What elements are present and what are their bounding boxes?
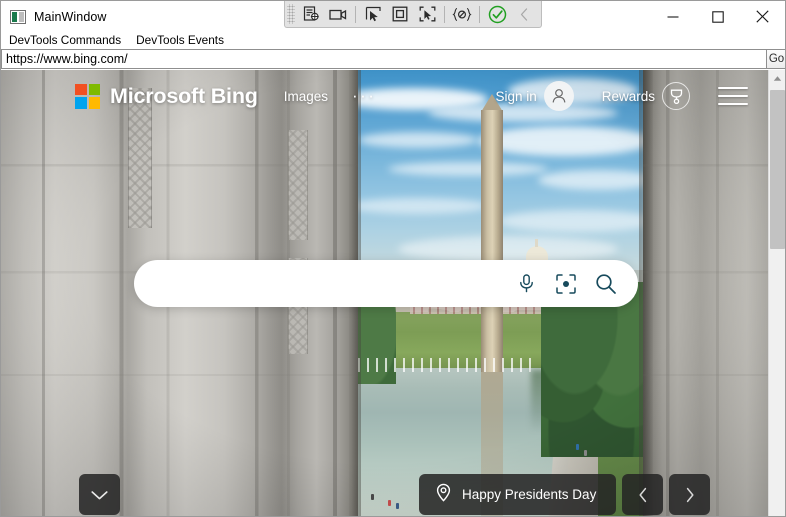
vertical-scrollbar[interactable]: [768, 70, 785, 516]
toolbar-separator: [355, 5, 356, 23]
image-info-label: Happy Presidents Day: [462, 487, 597, 502]
nav-link-images[interactable]: Images: [284, 89, 328, 104]
main-window: MainWindow DevTools Commands DevTools Ev…: [0, 0, 786, 517]
title-bar-left: MainWindow: [1, 1, 107, 32]
menu-item-devtools-events[interactable]: DevTools Events: [136, 32, 224, 49]
pick-element-icon[interactable]: [414, 3, 440, 25]
search-input[interactable]: [134, 261, 506, 306]
toolbar-separator-2: [444, 5, 445, 23]
drag-grip[interactable]: [287, 4, 295, 24]
next-image-button[interactable]: [669, 474, 711, 515]
menu-item-devtools-commands[interactable]: DevTools Commands: [9, 32, 121, 49]
maximize-button[interactable]: [695, 1, 740, 32]
address-bar: Go: [1, 49, 785, 69]
validate-check-icon[interactable]: [484, 3, 510, 25]
scroll-up-icon[interactable]: [769, 70, 785, 87]
person-icon: [543, 81, 574, 111]
menu-bar: DevTools Commands DevTools Events: [1, 32, 785, 49]
nav-more-icon[interactable]: ···: [352, 87, 376, 104]
highlight-box-icon[interactable]: [387, 3, 413, 25]
bing-header: Microsoft Bing Images ··· Sign in Reward…: [1, 70, 770, 122]
microphone-icon[interactable]: [506, 261, 546, 306]
image-info-button[interactable]: Happy Presidents Day: [419, 474, 617, 515]
previous-image-button[interactable]: [622, 474, 664, 515]
medal-icon: [662, 82, 690, 110]
location-pin-icon: [435, 483, 452, 507]
window-icon: [10, 9, 26, 24]
scroll-down-button[interactable]: [79, 474, 120, 515]
rewards-button[interactable]: Rewards: [602, 82, 690, 110]
image-info-bar: Happy Presidents Day: [419, 474, 711, 515]
close-button[interactable]: [740, 1, 785, 32]
record-video-icon[interactable]: [325, 3, 351, 25]
address-input[interactable]: [1, 49, 766, 69]
disable-script-icon[interactable]: [449, 3, 475, 25]
select-cursor-icon[interactable]: [360, 3, 386, 25]
bing-logo[interactable]: Microsoft Bing: [75, 83, 258, 109]
minimize-button[interactable]: [650, 1, 695, 32]
visual-search-icon[interactable]: [546, 261, 586, 306]
bing-header-right: Sign in Rewards: [495, 81, 748, 111]
inspect-element-icon[interactable]: [298, 3, 324, 25]
window-controls: [650, 1, 785, 32]
go-button[interactable]: Go: [766, 49, 785, 69]
brand-text: Microsoft Bing: [110, 83, 258, 108]
rewards-label: Rewards: [601, 88, 655, 104]
collapse-chevron-icon[interactable]: [511, 3, 537, 25]
sign-in-label: Sign in: [495, 88, 537, 104]
window-title: MainWindow: [34, 9, 107, 24]
devtools-toolbar: [284, 1, 542, 28]
magnifier-icon[interactable]: [586, 261, 626, 306]
microsoft-logo-icon: [75, 83, 100, 109]
hamburger-menu-icon[interactable]: [718, 83, 748, 109]
sign-in-button[interactable]: Sign in: [495, 81, 574, 111]
search-box: [134, 260, 638, 307]
scroll-thumb[interactable]: [770, 90, 785, 249]
toolbar-separator-3: [479, 5, 480, 23]
web-viewport: Microsoft Bing Images ··· Sign in Reward…: [1, 70, 785, 516]
